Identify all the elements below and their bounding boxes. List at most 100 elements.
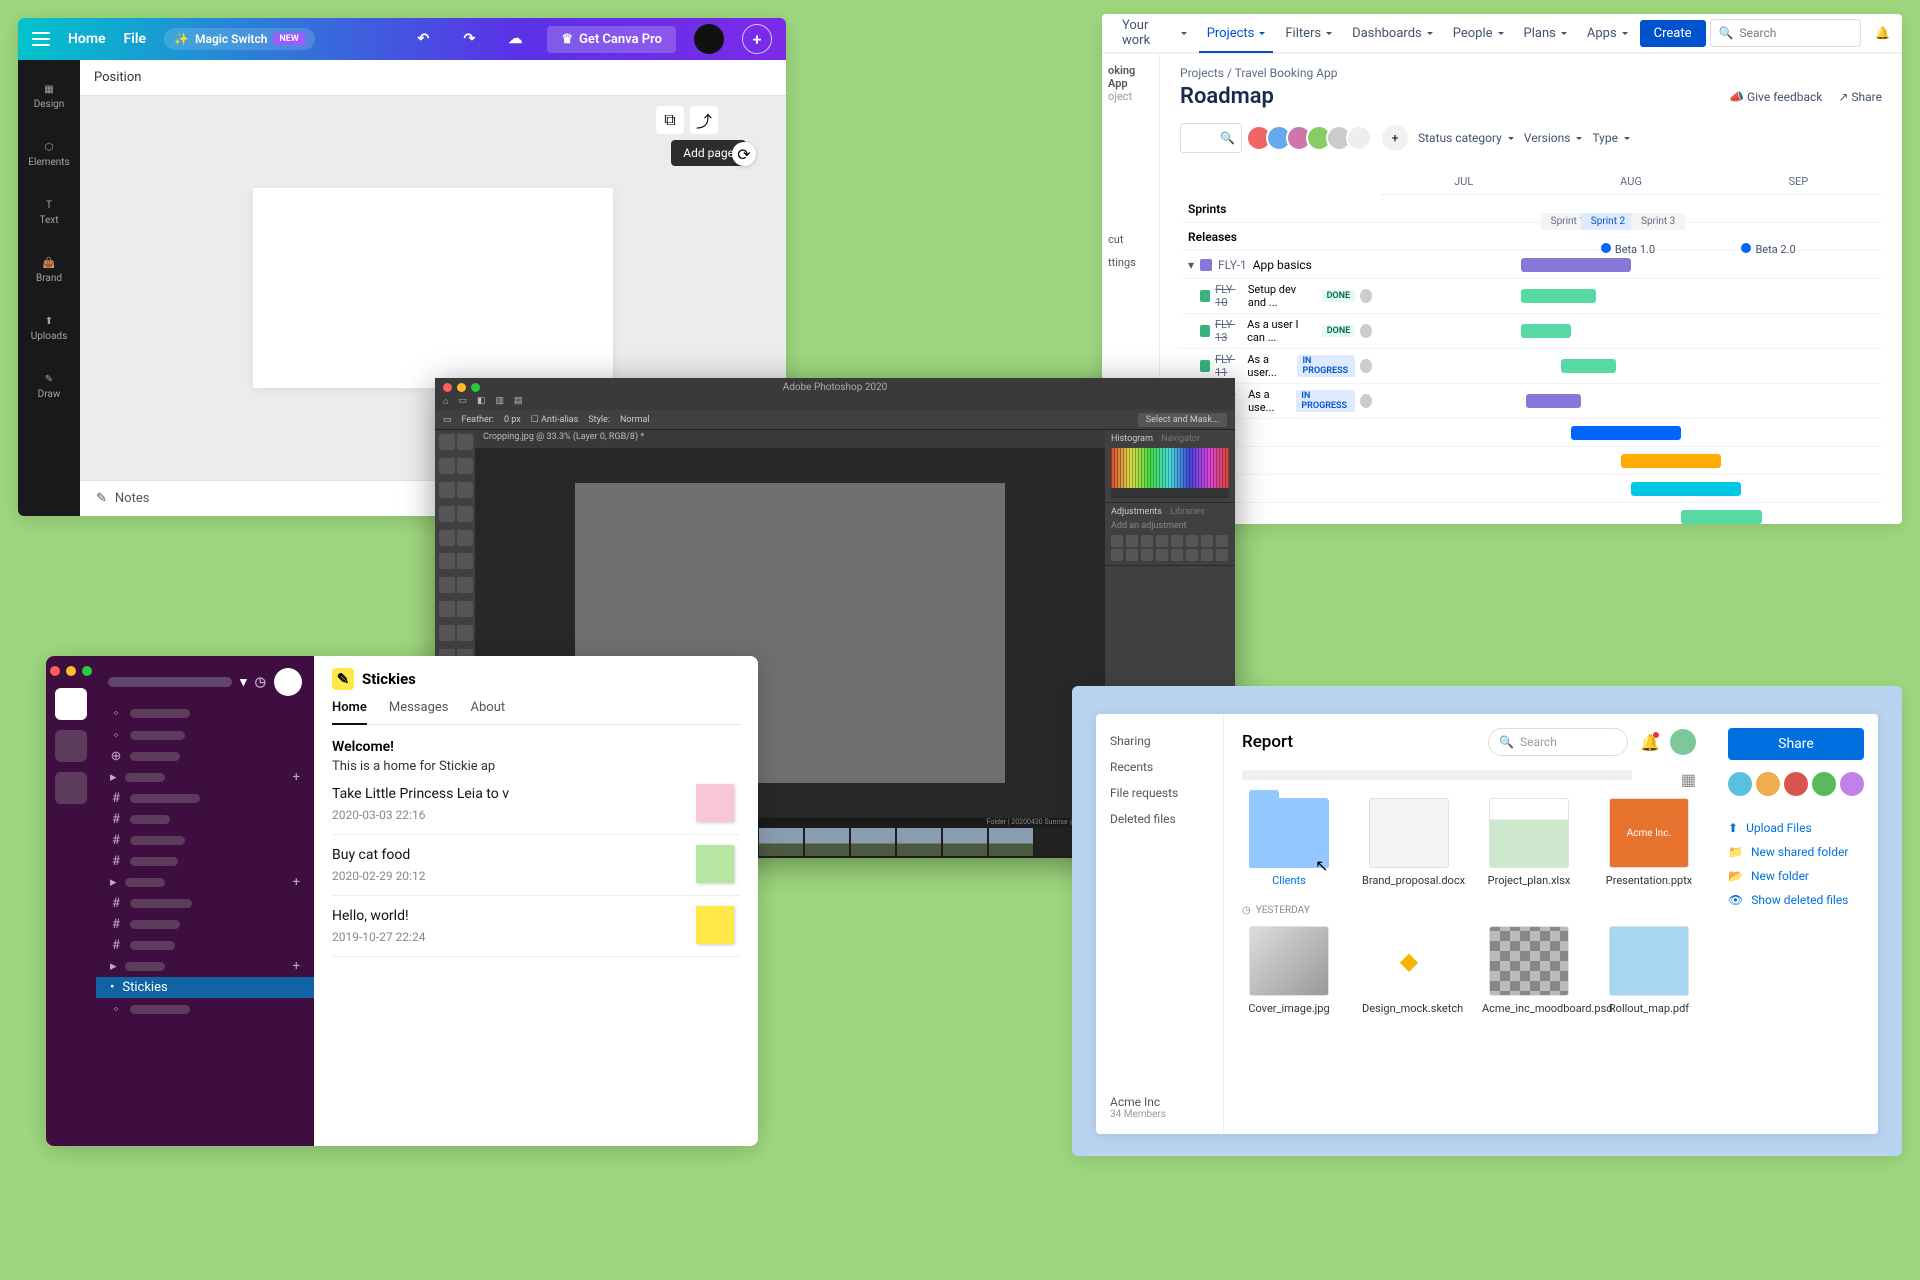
adjustment-preset[interactable] — [1111, 535, 1123, 547]
tool-13[interactable] — [457, 577, 473, 593]
sidebar-brand[interactable]: 👜Brand — [18, 242, 80, 300]
plus-icon[interactable]: + — [293, 770, 300, 785]
sidebar-settings-partial[interactable]: ttings — [1108, 256, 1153, 269]
gantt-bar[interactable] — [1621, 454, 1721, 468]
filmstrip-thumb[interactable] — [851, 828, 895, 856]
shared-avatar[interactable] — [1728, 772, 1752, 796]
sidebar-elements[interactable]: ⬡Elements — [18, 126, 80, 184]
adjustment-preset[interactable] — [1141, 549, 1153, 561]
gantt-bar[interactable] — [1681, 510, 1761, 524]
tool-8[interactable] — [439, 530, 455, 546]
note-item[interactable]: Take Little Princess Leia to v2020-03-03… — [332, 774, 740, 835]
shared-avatar[interactable] — [1756, 772, 1780, 796]
tab-home[interactable]: Home — [332, 700, 367, 725]
assignee-avatar[interactable] — [1360, 289, 1372, 303]
global-search[interactable]: 🔍Search — [1710, 19, 1862, 47]
filmstrip-thumb[interactable] — [805, 828, 849, 856]
channel-item[interactable]: # — [96, 935, 314, 956]
section-toggle[interactable]: ▸+ — [96, 956, 314, 977]
adjustment-preset[interactable] — [1186, 549, 1198, 561]
nav-your work[interactable]: Your work — [1114, 14, 1195, 54]
sprint-tab[interactable]: Sprint 3 — [1631, 213, 1685, 230]
sidebar-design[interactable]: ▦Design — [18, 68, 80, 126]
search-input[interactable]: 🔍 — [1180, 123, 1242, 153]
clock-icon[interactable]: ◷ — [255, 675, 266, 690]
channel-item[interactable]: ◦ — [96, 724, 314, 746]
filmstrip-thumb[interactable] — [943, 828, 987, 856]
sidebar-sharing[interactable]: Sharing — [1110, 728, 1209, 754]
tool-14[interactable] — [439, 601, 455, 617]
assignee-avatars[interactable] — [1252, 125, 1372, 151]
channel-stickies[interactable]: •Stickies — [96, 977, 314, 998]
adjustment-preset[interactable] — [1201, 549, 1213, 561]
avatar[interactable] — [1670, 729, 1696, 755]
nav-plans[interactable]: Plans — [1516, 20, 1575, 47]
note-item[interactable]: Hello, world!2019-10-27 22:24 — [332, 896, 740, 957]
share-button[interactable]: Share — [1728, 728, 1864, 760]
section-toggle[interactable]: ▸+ — [96, 872, 314, 893]
adjustment-preset[interactable] — [1186, 535, 1198, 547]
filmstrip-thumb[interactable] — [759, 828, 803, 856]
nav-dashboards[interactable]: Dashboards — [1344, 20, 1441, 47]
channel-item[interactable]: # — [96, 893, 314, 914]
team-info[interactable]: Acme Inc 34 Members — [1110, 1095, 1209, 1120]
position-bar[interactable]: Position — [80, 60, 786, 96]
sprint-tab[interactable]: Sprint 2 — [1581, 213, 1635, 230]
channel-item[interactable]: # — [96, 788, 314, 809]
share-link[interactable]: ↗ Share — [1838, 90, 1882, 104]
file-item[interactable]: Project_plan.xlsx — [1482, 798, 1576, 887]
tool-7[interactable] — [457, 506, 473, 522]
status-filter[interactable]: Status category — [1418, 131, 1514, 145]
compose-icon[interactable]: ✎ — [274, 668, 302, 696]
tab-about[interactable]: About — [471, 700, 506, 724]
add-people-icon[interactable]: + — [1382, 125, 1408, 151]
feather-value[interactable]: 0 px — [504, 415, 521, 425]
search-input[interactable]: 🔍 Search — [1488, 728, 1628, 756]
give-feedback-link[interactable]: 📣 Give feedback — [1729, 90, 1822, 104]
adjustments-tab[interactable]: Adjustments — [1111, 507, 1162, 517]
adjustment-preset[interactable] — [1201, 535, 1213, 547]
adjustment-preset[interactable] — [1171, 535, 1183, 547]
channel-item[interactable]: ⊕ — [96, 746, 314, 767]
note-item[interactable]: Buy cat food2020-02-29 20:12 — [332, 835, 740, 896]
libraries-tab[interactable]: Libraries — [1170, 507, 1205, 517]
tool-6[interactable] — [439, 506, 455, 522]
adjustment-preset[interactable] — [1126, 549, 1138, 561]
channel-item[interactable]: # — [96, 809, 314, 830]
nav-filters[interactable]: Filters — [1277, 20, 1340, 47]
breadcrumb[interactable]: Projects / Travel Booking App — [1180, 66, 1882, 80]
release-marker[interactable]: Beta 1.0 — [1601, 243, 1655, 256]
tool-4[interactable] — [439, 482, 455, 498]
file-item[interactable]: Brand_proposal.docx — [1362, 798, 1456, 887]
nav-apps[interactable]: Apps — [1579, 20, 1636, 47]
adjustment-preset[interactable] — [1156, 549, 1168, 561]
channel-item[interactable]: # — [96, 830, 314, 851]
release-marker[interactable]: Beta 2.0 — [1741, 243, 1795, 256]
sidebar-recents[interactable]: Recents — [1110, 754, 1209, 780]
create-button[interactable]: Create — [1640, 20, 1706, 47]
file-item[interactable]: ◆Design_mock.sketch — [1362, 926, 1456, 1015]
assignee-avatar[interactable] — [1360, 359, 1372, 373]
file-item[interactable]: Acme Inc.Presentation.pptx — [1602, 798, 1696, 887]
hamburger-icon[interactable] — [32, 32, 50, 46]
get-pro-button[interactable]: ♛ Get Canva Pro — [547, 26, 676, 53]
tool-1[interactable] — [457, 434, 473, 450]
action-show deleted files[interactable]: 👁Show deleted files — [1728, 888, 1864, 912]
sidebar-file requests[interactable]: File requests — [1110, 780, 1209, 806]
adjustment-preset[interactable] — [1141, 535, 1153, 547]
canvas-page[interactable] — [253, 188, 613, 388]
tool-10[interactable] — [439, 553, 455, 569]
workspace-header[interactable]: ▾ ◷ ✎ — [96, 662, 314, 702]
file-item[interactable]: Cover_image.jpg — [1242, 926, 1336, 1015]
tool-17[interactable] — [457, 625, 473, 641]
chevron-down-icon[interactable]: ▾ — [1188, 258, 1194, 272]
plus-icon[interactable]: + — [293, 959, 300, 974]
action-upload files[interactable]: ⬆Upload Files — [1728, 816, 1864, 840]
sync-icon[interactable]: ⟳ — [732, 142, 756, 166]
channel-item[interactable]: # — [96, 851, 314, 872]
adjustment-preset[interactable] — [1156, 535, 1168, 547]
tool-16[interactable] — [439, 625, 455, 641]
nav-file[interactable]: File — [124, 31, 147, 47]
tool-5[interactable] — [457, 482, 473, 498]
versions-filter[interactable]: Versions — [1524, 131, 1583, 145]
